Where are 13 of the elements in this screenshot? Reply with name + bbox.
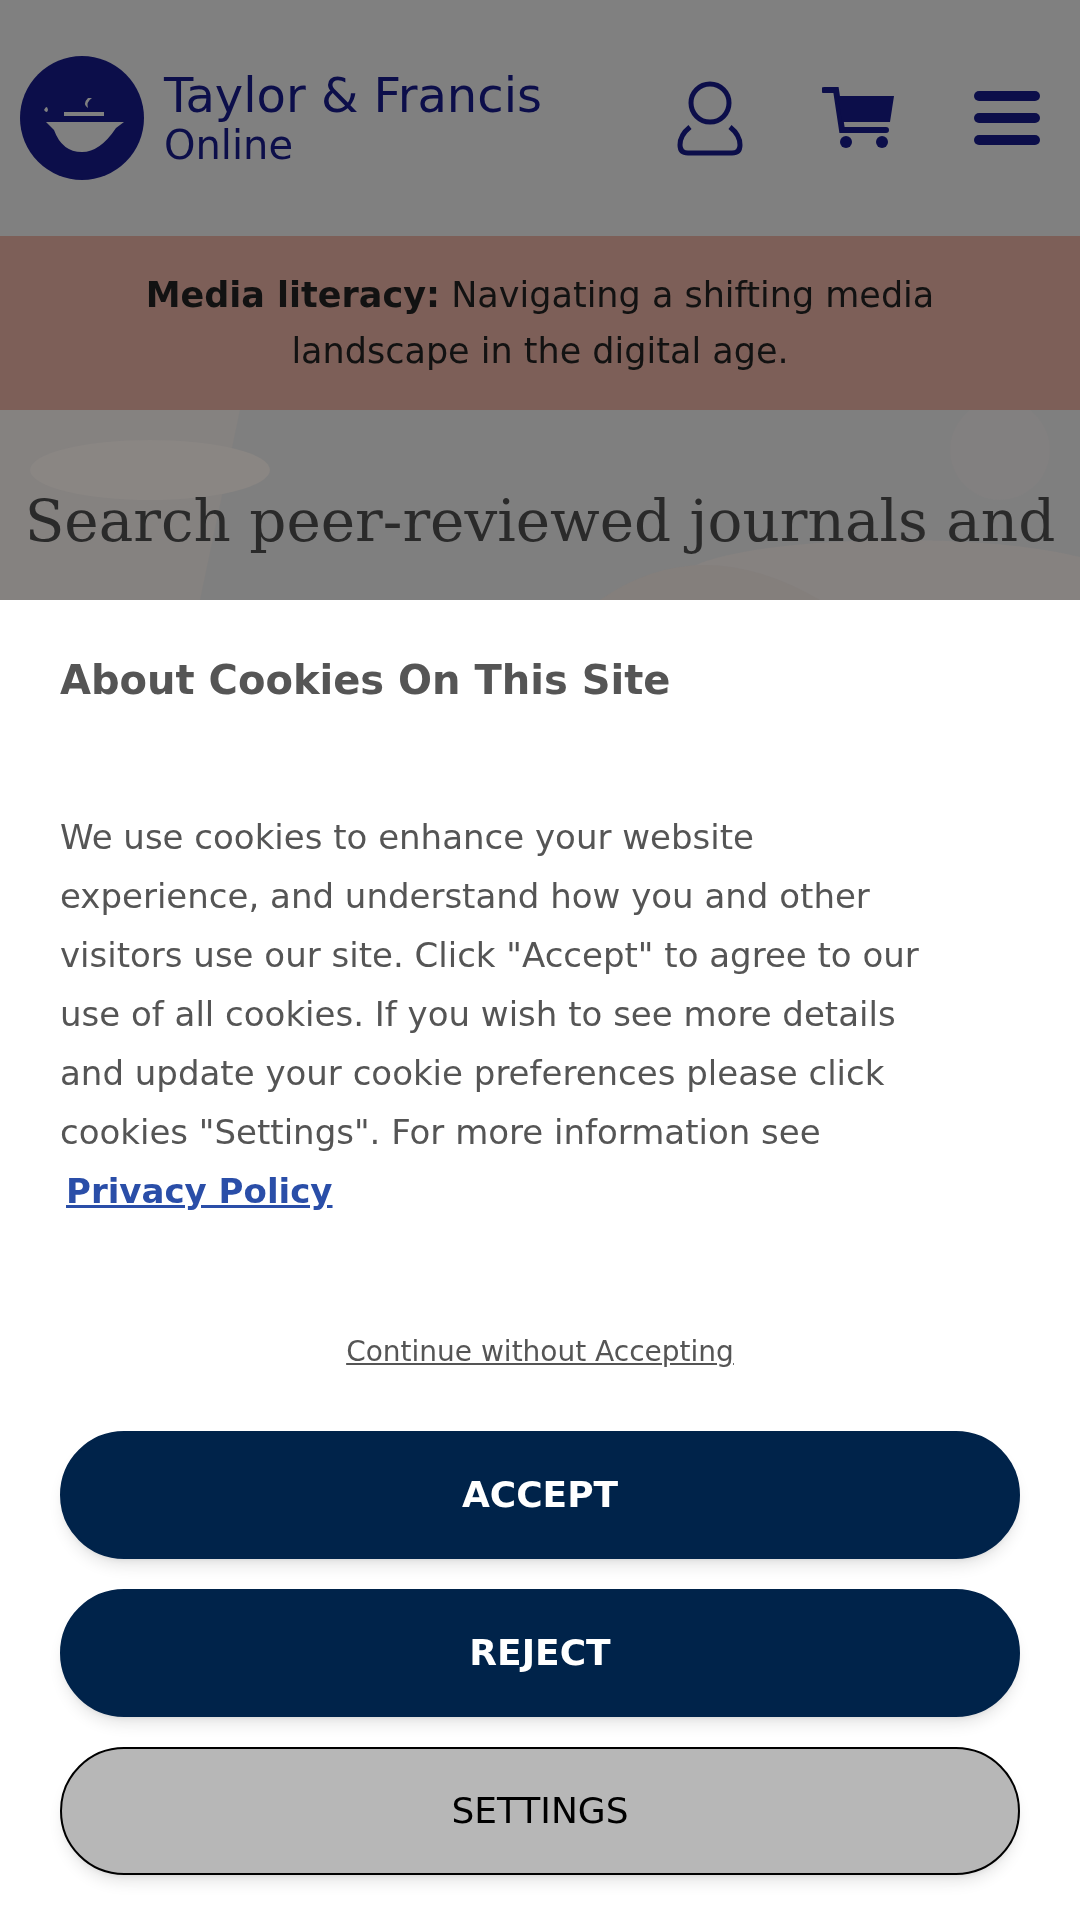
menu-icon[interactable] xyxy=(974,91,1040,145)
privacy-policy-link[interactable]: Privacy Policy xyxy=(66,1171,333,1211)
logo-subtitle: Online xyxy=(164,125,295,165)
continue-without-accepting-link[interactable]: Continue without Accepting xyxy=(346,1331,734,1373)
cookie-choice-button[interactable]: REJECT xyxy=(60,1589,1020,1717)
cookie-choice-button[interactable]: ACCEPT xyxy=(60,1431,1020,1559)
user-icon[interactable] xyxy=(676,79,744,157)
cookie-notice-text: We use cookies to enhance your website experience, and understand how you and other visitors use our site. Click "Accept" to agree to our use of all cookies. If you wish to see more details and update your cookie preferences please click cookies "Settings". For more information see Privacy Policy xyxy=(60,816,920,1213)
dialog-title: About Cookies On This Site xyxy=(60,656,672,705)
lamp-logo-icon xyxy=(20,56,144,180)
cookie-choice-button[interactable]: SETTINGS xyxy=(60,1747,1020,1875)
cart-icon[interactable] xyxy=(822,86,896,150)
banner-text: Media literacy: Navigating a shifting media landscape in the digital age. xyxy=(144,274,936,373)
